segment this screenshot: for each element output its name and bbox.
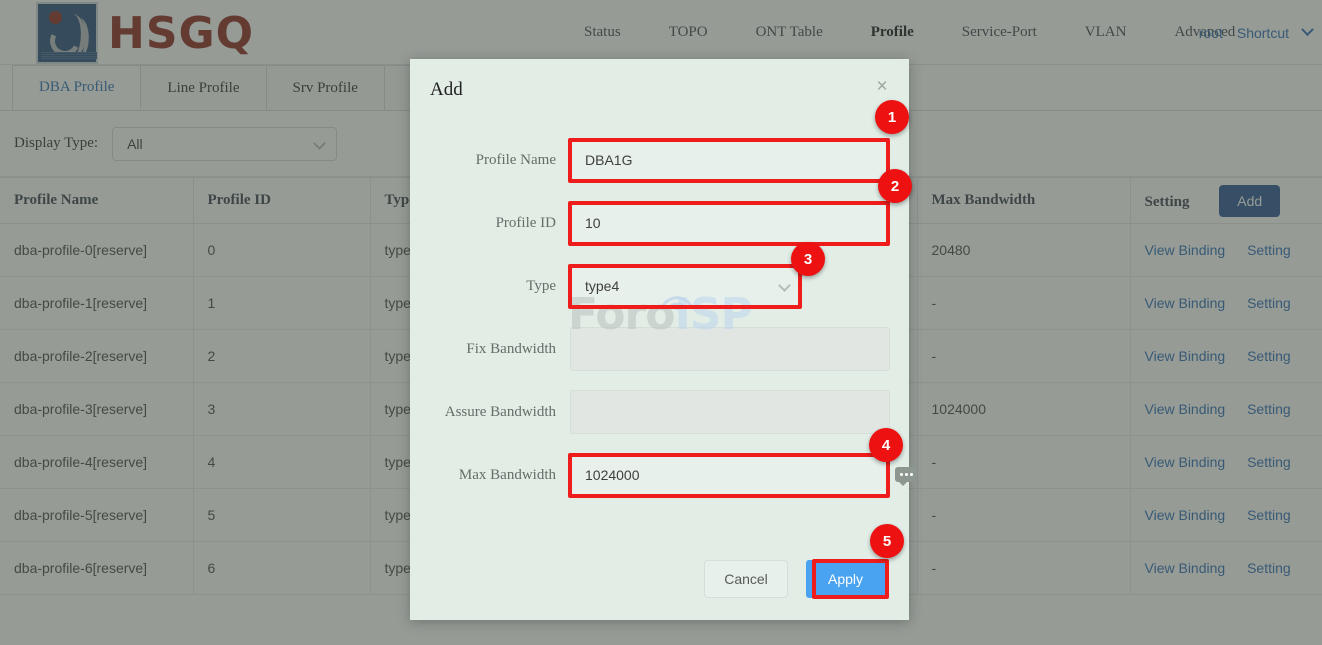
form-row-profile-id: Profile ID 10 xyxy=(410,201,909,245)
dot-icon xyxy=(899,473,903,476)
form-row-type: Type type4 xyxy=(410,264,909,308)
dot-icon xyxy=(904,473,908,476)
ellipsis-tooltip xyxy=(895,467,917,486)
assure-bandwidth-label: Assure Bandwidth xyxy=(444,403,556,420)
add-dba-profile-dialog: Add × Profile Name DBA1G Profile ID 10 T… xyxy=(410,59,909,620)
cancel-button[interactable]: Cancel xyxy=(704,560,788,598)
step-badge-3: 3 xyxy=(791,242,825,276)
profile-name-input[interactable]: DBA1G xyxy=(570,138,890,182)
profile-name-label: Profile Name xyxy=(475,151,556,168)
type-select-value: type4 xyxy=(585,278,620,294)
close-icon[interactable]: × xyxy=(873,77,891,97)
form-row-assure-bandwidth: Assure Bandwidth xyxy=(410,390,909,434)
app-root: HSGQ Status TOPO ONT Table Profile Servi… xyxy=(0,0,1322,645)
dot-icon xyxy=(909,473,913,476)
step-badge-1: 1 xyxy=(875,100,909,134)
type-select[interactable]: type4 xyxy=(570,264,802,308)
dialog-title: Add xyxy=(430,79,463,100)
form-row-max-bandwidth: Max Bandwidth 1024000 xyxy=(410,453,909,497)
fix-bandwidth-label: Fix Bandwidth xyxy=(466,340,556,357)
profile-id-input[interactable]: 10 xyxy=(570,201,890,245)
form-row-profile-name: Profile Name DBA1G xyxy=(410,138,909,182)
fix-bandwidth-input xyxy=(570,327,890,371)
chevron-down-icon xyxy=(778,279,791,292)
type-label: Type xyxy=(526,277,556,294)
assure-bandwidth-input xyxy=(570,390,890,434)
step-badge-5: 5 xyxy=(870,524,904,558)
form-row-fix-bandwidth: Fix Bandwidth xyxy=(410,327,909,371)
profile-id-label: Profile ID xyxy=(495,214,556,231)
max-bandwidth-label: Max Bandwidth xyxy=(458,466,556,483)
step-badge-4: 4 xyxy=(869,428,903,462)
step-badge-2: 2 xyxy=(878,169,912,203)
apply-button[interactable]: Apply xyxy=(806,560,885,598)
max-bandwidth-input[interactable]: 1024000 xyxy=(570,453,890,497)
dialog-footer: Cancel Apply xyxy=(410,560,909,598)
